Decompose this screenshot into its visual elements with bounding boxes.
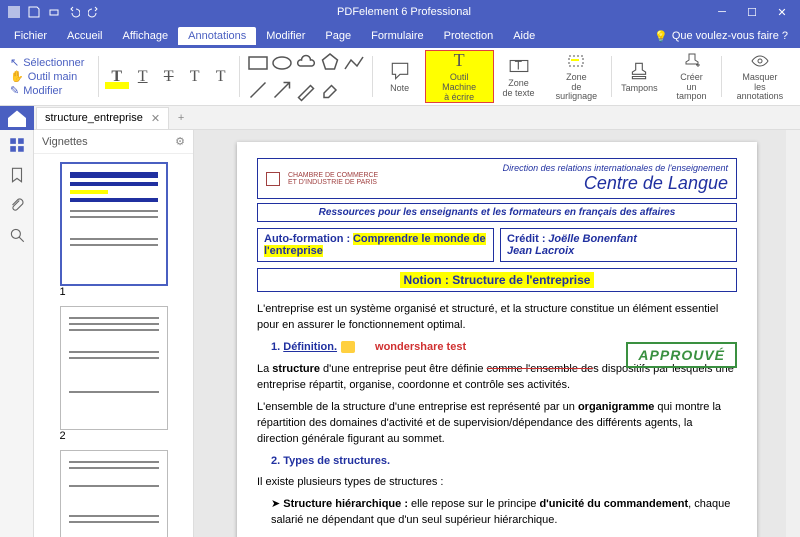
cloud-icon[interactable] (294, 51, 318, 75)
edit-tool[interactable]: ✎Modifier (10, 84, 90, 97)
strikeout-annotation[interactable]: comme l'ensemble de (487, 363, 594, 375)
thumbnails-panel: Vignettes⚙ 1 2 3 (34, 130, 194, 537)
textbox-button[interactable]: TZone de texte (494, 50, 544, 103)
undo-icon[interactable] (68, 6, 80, 18)
gear-icon[interactable]: ⚙ (175, 135, 185, 148)
thumbnails-icon[interactable] (8, 136, 26, 154)
highlight-text-icon[interactable]: T (105, 65, 129, 89)
cursor-icon: ↖ (10, 56, 19, 69)
menu-bar: Fichier Accueil Affichage Annotations Mo… (0, 24, 800, 48)
tab-close-icon[interactable]: ✕ (151, 112, 160, 125)
home-tab[interactable] (0, 106, 34, 130)
maximize-button[interactable]: ☐ (738, 2, 766, 22)
minimize-button[interactable]: ─ (708, 2, 736, 22)
area-highlight-icon (566, 51, 586, 71)
typewriter-button[interactable]: TOutil Machine à écrire (425, 50, 494, 103)
menu-fichier[interactable]: Fichier (4, 27, 57, 45)
menu-annotations[interactable]: Annotations (178, 27, 256, 45)
area-highlight-button[interactable]: Zone de surlignage (544, 50, 610, 103)
document-view[interactable]: CHAMBRE DE COMMERCE ET D'INDUSTRIE DE PA… (194, 130, 800, 537)
typewriter-icon: T (454, 50, 465, 71)
pencil-draw-icon[interactable] (294, 78, 318, 102)
thumbnails-title: Vignettes (42, 136, 88, 148)
underline-icon[interactable]: T (131, 65, 155, 89)
rectangle-icon[interactable] (246, 51, 270, 75)
oval-icon[interactable] (270, 51, 294, 75)
new-tab-button[interactable]: + (169, 106, 193, 130)
select-tool[interactable]: ↖Sélectionner (10, 56, 90, 69)
save-icon[interactable] (28, 6, 40, 18)
squiggly-icon[interactable]: T (183, 65, 207, 89)
thumbnail-page-2[interactable] (60, 306, 168, 430)
menu-modifier[interactable]: Modifier (256, 27, 315, 45)
thumbnail-page-1[interactable] (60, 162, 168, 286)
textbox-icon: T (508, 55, 530, 77)
note-button[interactable]: Note (375, 50, 425, 103)
stamp-icon (628, 60, 650, 82)
pencil-icon: ✎ (10, 84, 19, 97)
create-stamp-icon (682, 51, 702, 71)
help-search[interactable]: 💡 Que voulez-vous faire ? (646, 30, 796, 43)
arrow-icon[interactable] (270, 78, 294, 102)
eraser-icon[interactable] (318, 78, 342, 102)
print-icon[interactable] (48, 6, 60, 18)
stamps-button[interactable]: Tampons (614, 50, 664, 103)
thumbnail-page-3[interactable] (60, 450, 168, 537)
connected-lines-icon[interactable] (342, 51, 366, 75)
bookmarks-icon[interactable] (8, 166, 26, 184)
app-title: PDFelement 6 Professional (100, 6, 708, 18)
document-tabs: structure_entreprise✕ + (0, 106, 800, 130)
attachments-icon[interactable] (8, 196, 26, 214)
typewriter-annotation[interactable]: wondershare test (375, 341, 466, 353)
hide-annotations-button[interactable]: Masquer les annotations (724, 50, 796, 103)
polygon-icon[interactable] (318, 51, 342, 75)
definition-link[interactable]: Définition. (283, 341, 337, 353)
search-icon[interactable] (8, 226, 26, 244)
cci-logo (266, 172, 280, 186)
hand-tool[interactable]: ✋Outil main (10, 70, 90, 83)
title-bar: PDFelement 6 Professional ─ ☐ ✕ (0, 0, 800, 24)
menu-affichage[interactable]: Affichage (112, 27, 178, 45)
create-stamp-button[interactable]: Créer un tampon (664, 50, 718, 103)
app-icon (8, 6, 20, 18)
menu-aide[interactable]: Aide (503, 27, 545, 45)
svg-text:T: T (514, 58, 522, 72)
page-content: CHAMBRE DE COMMERCE ET D'INDUSTRIE DE PA… (237, 142, 757, 537)
eye-off-icon (750, 51, 770, 71)
hand-icon: ✋ (10, 70, 24, 83)
line-icon[interactable] (246, 78, 270, 102)
close-button[interactable]: ✕ (768, 2, 796, 22)
note-icon (389, 60, 411, 82)
sticky-note-icon[interactable] (341, 341, 355, 353)
strikeout-icon[interactable]: T (157, 65, 181, 89)
menu-page[interactable]: Page (315, 27, 361, 45)
bulb-icon: 💡 (654, 30, 668, 43)
menu-protection[interactable]: Protection (434, 27, 504, 45)
redo-icon[interactable] (88, 6, 100, 18)
menu-accueil[interactable]: Accueil (57, 27, 112, 45)
approved-stamp[interactable]: APPROUVÉ (626, 342, 737, 368)
side-toolbar (0, 130, 34, 537)
menu-formulaire[interactable]: Formulaire (361, 27, 434, 45)
ribbon: ↖Sélectionner ✋Outil main ✎Modifier T T … (0, 48, 800, 106)
document-tab[interactable]: structure_entreprise✕ (36, 107, 169, 129)
vertical-scrollbar[interactable] (786, 130, 800, 537)
caret-icon[interactable]: T (209, 65, 233, 89)
